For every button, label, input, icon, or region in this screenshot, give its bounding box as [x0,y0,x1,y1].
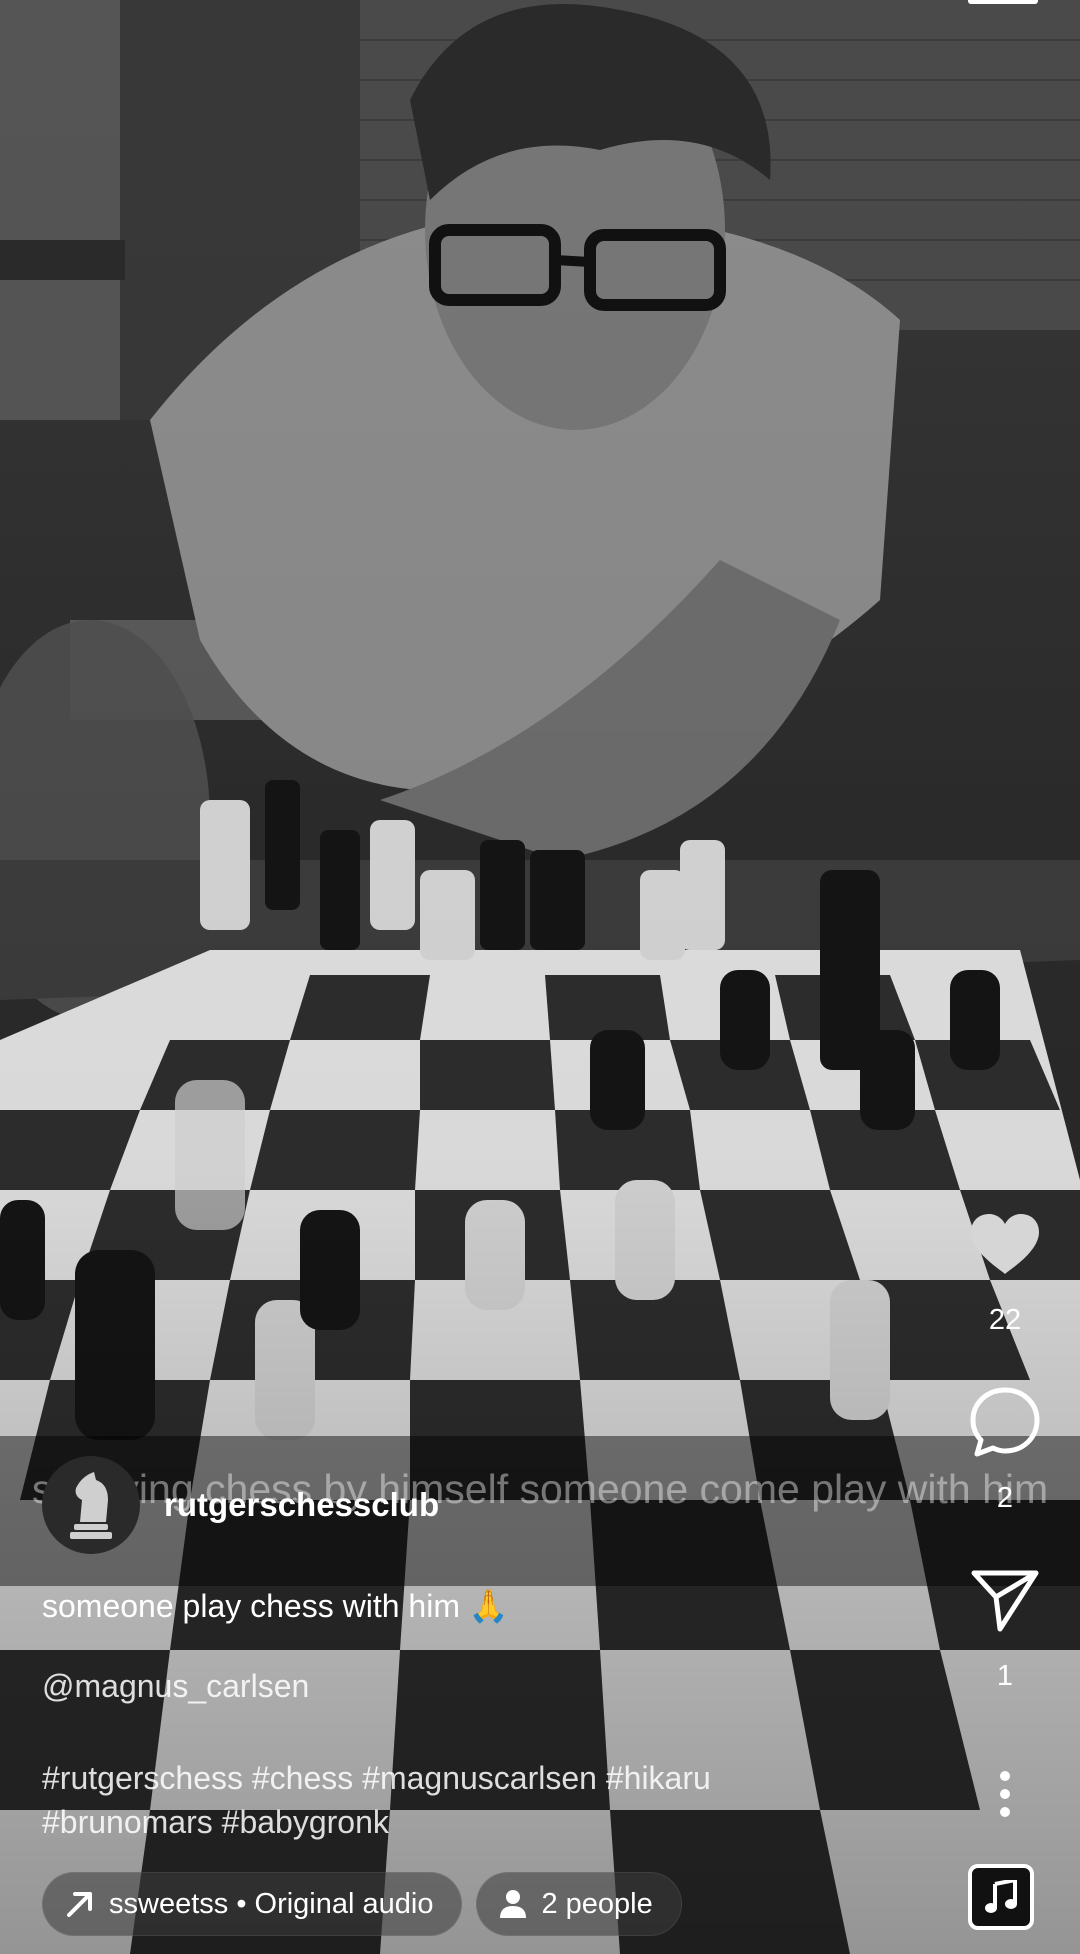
hashtags[interactable]: #rutgerschess #chess #magnuscarlsen #hik… [42,1756,942,1844]
account-row[interactable]: rutgerschessclub [42,1456,439,1554]
video-frame[interactable] [0,0,1080,1954]
video-dim-overlay [0,0,1080,1954]
arrow-up-right-icon [65,1889,95,1919]
person-icon [499,1889,527,1919]
heart-icon [967,1206,1043,1282]
avatar[interactable] [42,1456,140,1554]
top-indicator [968,0,1038,4]
more-button[interactable] [930,1756,1080,1832]
like-count: 22 [988,1304,1022,1336]
people-chip[interactable]: 2 people [476,1872,682,1936]
people-chip-label: 2 people [541,1887,653,1920]
mention-link[interactable]: @magnus_carlsen [42,1668,309,1705]
comment-button[interactable]: 2 [930,1384,1080,1515]
hashtags-line-2[interactable]: #brunomars #babygronk [42,1800,942,1844]
comment-count: 2 [996,1482,1014,1514]
chess-knight-icon [68,1470,114,1540]
comment-bubble-icon [967,1384,1043,1460]
paper-plane-icon [967,1562,1043,1638]
audio-chip[interactable]: ssweetss • Original audio [42,1872,463,1936]
post-description[interactable]: someone play chess with him 🙏 [42,1584,942,1628]
chips-row: ssweetss • Original audio 2 people [42,1872,682,1936]
username[interactable]: rutgerschessclub [164,1486,439,1524]
like-button[interactable]: 22 [930,1206,1080,1337]
hashtags-line-1[interactable]: #rutgerschess #chess #magnuscarlsen #hik… [42,1756,942,1800]
audio-thumbnail-button[interactable] [968,1864,1034,1930]
share-count: 1 [996,1660,1014,1692]
description-text: someone play chess with him 🙏 [42,1588,509,1624]
music-note-icon [985,1880,1017,1914]
share-button[interactable]: 1 [930,1562,1080,1693]
more-vertical-icon [967,1756,1043,1832]
audio-chip-label: ssweetss • Original audio [109,1887,434,1920]
